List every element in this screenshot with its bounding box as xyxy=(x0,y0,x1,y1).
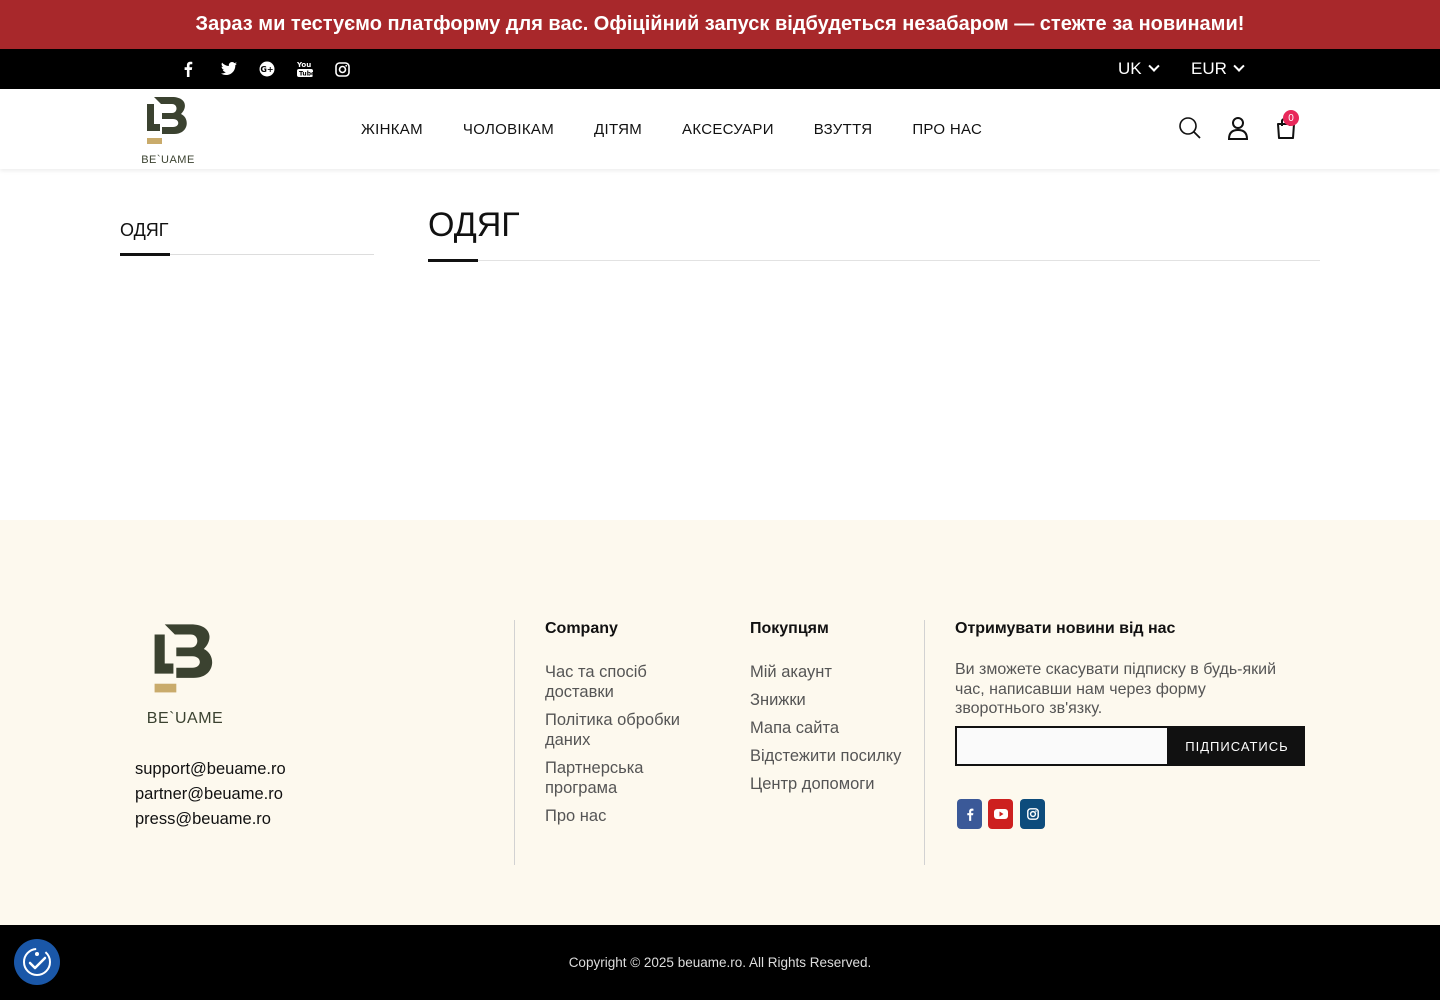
title-divider xyxy=(428,260,1320,261)
user-account-icon[interactable] xyxy=(1225,115,1251,141)
accessibility-icon xyxy=(23,948,51,976)
facebook-icon[interactable] xyxy=(957,799,982,829)
nav-item-kids[interactable]: ДІТЯМ xyxy=(574,121,662,138)
top-social-links: G+ You Tube xyxy=(180,49,370,89)
svg-text:You: You xyxy=(297,61,311,69)
chevron-down-icon xyxy=(1147,60,1160,72)
logo-text: BE`UAME xyxy=(141,154,195,166)
footer-link-about[interactable]: Про нас xyxy=(545,806,695,826)
footer-newsletter-column: Отримувати новини від нас Ви зможете ска… xyxy=(955,620,1305,719)
facebook-icon[interactable] xyxy=(180,49,218,89)
partner-email-link[interactable]: partner@beuame.ro xyxy=(135,785,283,804)
logo-mark-icon xyxy=(147,97,187,144)
main-nav: ЖІНКАМ ЧОЛОВІКАМ ДІТЯМ АКСЕСУАРИ ВЗУТТЯ … xyxy=(341,89,1002,169)
footer-link-affiliate[interactable]: Партнерська програма xyxy=(545,758,695,798)
copyright-text: Copyright © 2025 beuame.ro. All Rights R… xyxy=(568,955,872,970)
svg-text:G+: G+ xyxy=(260,65,273,74)
chevron-down-icon xyxy=(1233,60,1245,72)
footer-link-account[interactable]: Мій акаунт xyxy=(750,662,910,682)
logo-mark-icon xyxy=(154,624,213,693)
sidebar-divider-accent xyxy=(120,253,170,256)
cart-count-badge: 0 xyxy=(1283,110,1299,126)
announcement-bar: Зараз ми тестуємо платформу для вас. Офі… xyxy=(0,0,1440,49)
footer-link-help-center[interactable]: Центр допомоги xyxy=(750,774,910,794)
nav-item-women[interactable]: ЖІНКАМ xyxy=(341,121,443,138)
subscribe-button[interactable]: ПІДПИСАТИСЬ xyxy=(1169,726,1305,766)
support-email-link[interactable]: support@beuame.ro xyxy=(135,760,286,779)
footer-customers-column: Покупцям Мій акаунт Знижки Мапа сайта Ві… xyxy=(750,620,910,802)
nav-item-accessories[interactable]: АКСЕСУАРИ xyxy=(662,121,794,138)
title-divider-accent xyxy=(428,259,478,262)
company-heading: Company xyxy=(545,620,618,637)
footer-logo-text: BE`UAME xyxy=(146,710,224,727)
footer-company-column: Company Час та спосіб доставки Політика … xyxy=(545,620,695,834)
customers-heading: Покупцям xyxy=(750,620,829,637)
svg-text:Tube: Tube xyxy=(299,71,313,78)
accessibility-button[interactable] xyxy=(14,939,60,985)
search-icon[interactable] xyxy=(1177,115,1203,141)
footer-link-delivery[interactable]: Час та спосіб доставки xyxy=(545,662,695,702)
footer-link-track-parcel[interactable]: Відстежити посилку xyxy=(750,746,910,766)
copyright-bar: Copyright © 2025 beuame.ro. All Rights R… xyxy=(0,925,1440,1000)
language-label: UK xyxy=(1118,59,1142,78)
google-plus-icon[interactable]: G+ xyxy=(256,49,294,89)
press-email-link[interactable]: press@beuame.ro xyxy=(135,810,271,829)
nav-item-about[interactable]: ПРО НАС xyxy=(892,121,1002,138)
footer-divider xyxy=(514,620,515,865)
footer-link-discounts[interactable]: Знижки xyxy=(750,690,910,710)
currency-selector[interactable]: EUR xyxy=(1191,49,1245,89)
newsletter-heading: Отримувати новини від нас xyxy=(955,620,1176,637)
footer-divider xyxy=(924,620,925,865)
newsletter-description: Ви зможете скасувати підписку в будь-яки… xyxy=(955,661,1277,717)
footer-logo[interactable]: BE`UAME xyxy=(135,620,235,728)
site-logo[interactable]: BE`UAME xyxy=(134,94,202,166)
announcement-text: Зараз ми тестуємо платформу для вас. Офі… xyxy=(195,13,1245,35)
footer-link-sitemap[interactable]: Мапа сайта xyxy=(750,718,910,738)
youtube-icon[interactable]: You Tube xyxy=(294,49,332,89)
nav-item-shoes[interactable]: ВЗУТТЯ xyxy=(794,121,893,138)
footer-link-privacy[interactable]: Політика обробки даних xyxy=(545,710,695,750)
sidebar-title: ОДЯГ xyxy=(120,220,169,240)
newsletter-form: ПІДПИСАТИСЬ xyxy=(955,726,1305,766)
instagram-icon[interactable] xyxy=(332,49,370,89)
top-bar: G+ You Tube UK EUR xyxy=(0,49,1440,89)
site-header: BE`UAME ЖІНКАМ ЧОЛОВІКАМ ДІТЯМ АКСЕСУАРИ… xyxy=(0,89,1440,169)
instagram-icon[interactable] xyxy=(1020,799,1045,829)
currency-label: EUR xyxy=(1191,59,1227,78)
nav-item-men[interactable]: ЧОЛОВІКАМ xyxy=(443,121,574,138)
twitter-icon[interactable] xyxy=(218,49,256,89)
youtube-icon[interactable] xyxy=(988,799,1013,829)
newsletter-email-input[interactable] xyxy=(955,726,1169,766)
page-title: ОДЯГ xyxy=(428,206,520,244)
site-footer: BE`UAME support@beuame.ro partner@beuame… xyxy=(0,520,1440,925)
language-selector[interactable]: UK xyxy=(1118,49,1160,89)
